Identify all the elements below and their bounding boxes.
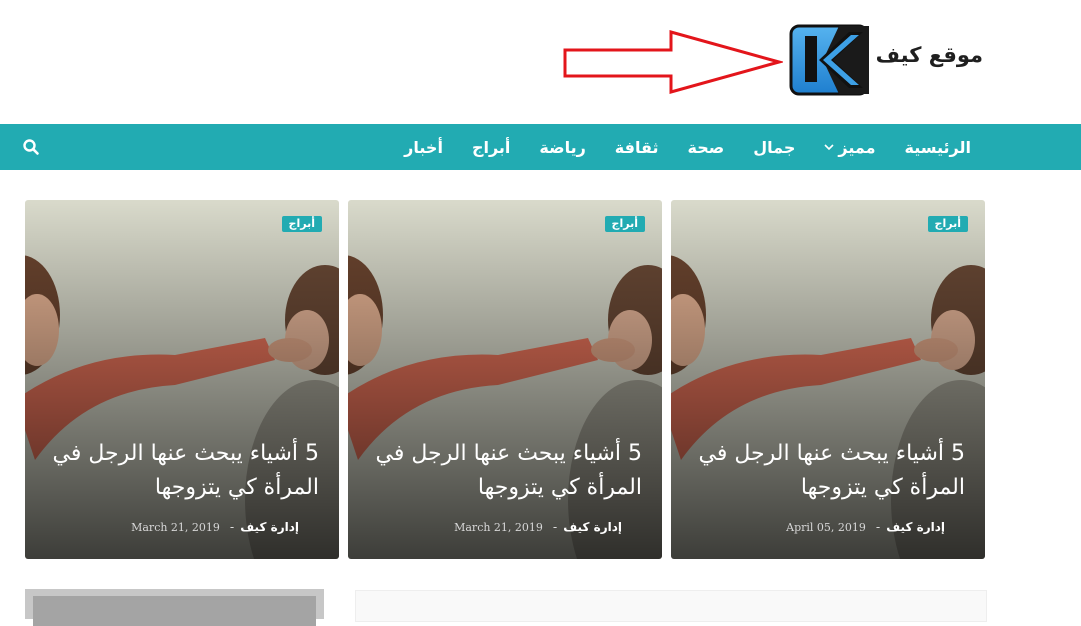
article-title[interactable]: 5 أشياء يبحث عنها الرجل في المرأة كي يتز… bbox=[372, 437, 642, 505]
article-title[interactable]: 5 أشياء يبحث عنها الرجل في المرأة كي يتز… bbox=[49, 437, 319, 505]
content-section bbox=[355, 590, 987, 622]
nav-item-label: الرئيسية bbox=[904, 137, 972, 157]
article-card[interactable]: أبراج 5 أشياء يبحث عنها الرجل في المرأة … bbox=[671, 200, 985, 559]
category-badge[interactable]: أبراج bbox=[604, 216, 645, 232]
article-meta: إدارة كيف - March 21, 2019 bbox=[131, 520, 299, 534]
article-date: March 21, 2019 bbox=[454, 520, 543, 534]
article-meta: إدارة كيف - April 05, 2019 bbox=[786, 520, 945, 534]
article-meta: إدارة كيف - March 21, 2019 bbox=[454, 520, 622, 534]
category-badge[interactable]: أبراج bbox=[927, 216, 968, 232]
nav-item-label: أبراج bbox=[471, 137, 511, 157]
nav-item-label: أخبار bbox=[404, 137, 443, 157]
sidebar-widget-image bbox=[33, 596, 316, 626]
article-date: April 05, 2019 bbox=[786, 520, 866, 534]
article-card[interactable]: أبراج 5 أشياء يبحث عنها الرجل في المرأة … bbox=[25, 200, 339, 559]
nav-item-sports[interactable]: رياضة bbox=[539, 138, 585, 157]
logo-text: موقع كيف bbox=[875, 43, 984, 67]
nav-item-health[interactable]: صحة bbox=[688, 138, 725, 157]
nav-item-home[interactable]: الرئيسية bbox=[905, 138, 972, 157]
article-title[interactable]: 5 أشياء يبحث عنها الرجل في المرأة كي يتز… bbox=[695, 437, 965, 505]
nav-item-horoscopes[interactable]: أبراج bbox=[472, 138, 510, 157]
nav-item-culture[interactable]: ثقافة bbox=[615, 138, 659, 157]
chevron-down-icon bbox=[824, 144, 834, 151]
article-author[interactable]: إدارة كيف bbox=[886, 520, 945, 534]
main-navbar: الرئيسية مميز جمال صحة ثقافة رياضة أبراج… bbox=[0, 124, 1081, 170]
meta-separator: - bbox=[229, 520, 235, 534]
nav-item-label: رياضة bbox=[539, 137, 586, 157]
nav-item-label: مميز bbox=[838, 137, 876, 157]
article-card[interactable]: أبراج 5 أشياء يبحث عنها الرجل في المرأة … bbox=[348, 200, 662, 559]
nav-item-label: جمال bbox=[753, 137, 796, 157]
article-image bbox=[25, 200, 339, 559]
nav-menu: الرئيسية مميز جمال صحة ثقافة رياضة أبراج… bbox=[404, 124, 971, 170]
logo-k-icon bbox=[789, 24, 869, 96]
nav-item-label: صحة bbox=[687, 137, 725, 157]
sidebar-widget bbox=[25, 589, 324, 626]
nav-item-label: ثقافة bbox=[614, 137, 659, 157]
search-icon[interactable] bbox=[20, 136, 42, 158]
nav-item-beauty[interactable]: جمال bbox=[753, 138, 795, 157]
nav-item-news[interactable]: أخبار bbox=[404, 138, 443, 157]
meta-separator: - bbox=[875, 520, 881, 534]
article-author[interactable]: إدارة كيف bbox=[240, 520, 299, 534]
article-image bbox=[671, 200, 985, 559]
article-date: March 21, 2019 bbox=[131, 520, 220, 534]
nav-item-featured[interactable]: مميز bbox=[824, 137, 876, 157]
red-arrow-annotation bbox=[563, 30, 783, 94]
article-author[interactable]: إدارة كيف bbox=[563, 520, 622, 534]
category-badge[interactable]: أبراج bbox=[281, 216, 322, 232]
site-logo[interactable]: موقع كيف bbox=[789, 24, 984, 98]
meta-separator: - bbox=[552, 520, 558, 534]
article-image bbox=[348, 200, 662, 559]
